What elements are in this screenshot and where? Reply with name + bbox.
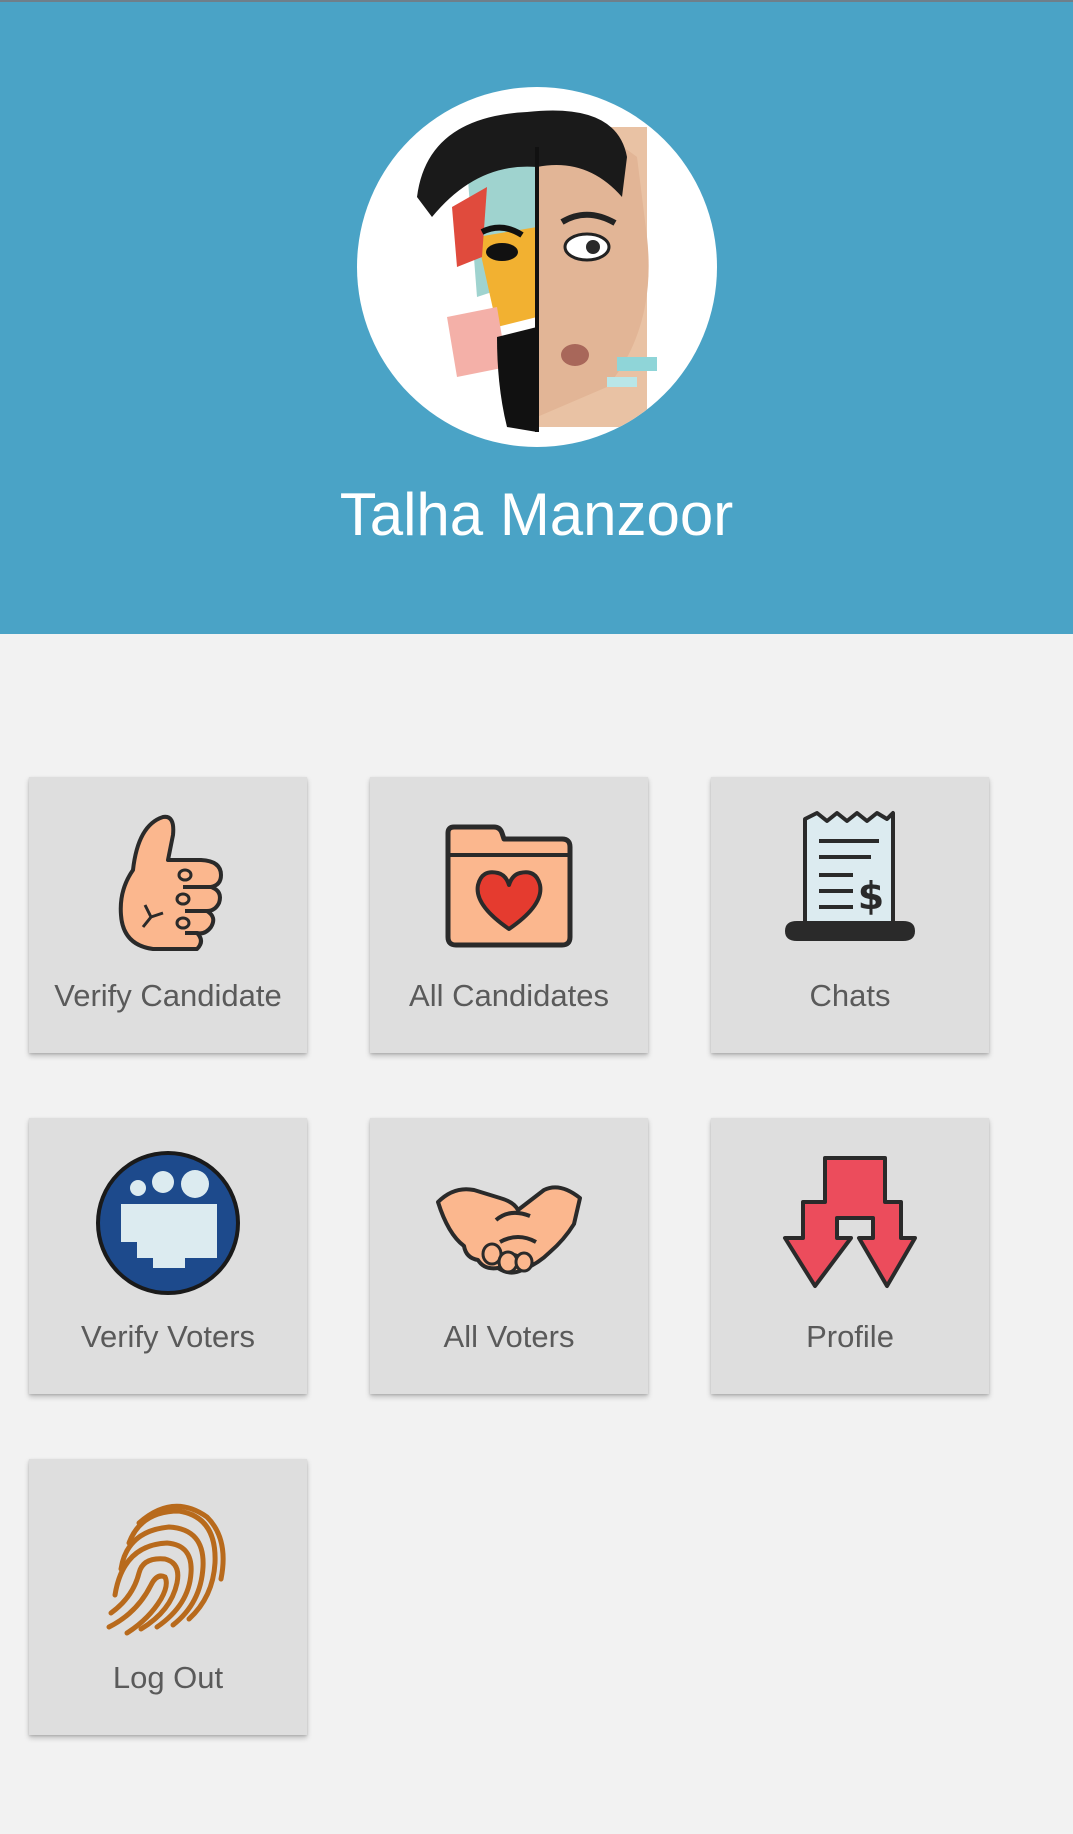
- verify-voters-label: Verify Voters: [80, 1319, 256, 1354]
- all-candidates-label: All Candidates: [409, 978, 609, 1013]
- chats-button[interactable]: $ Chats: [711, 777, 989, 1053]
- thumbs-up-icon: [93, 805, 243, 955]
- user-name: Talha Manzoor: [339, 481, 734, 548]
- avatar[interactable]: [357, 87, 717, 447]
- people-circle-icon: [93, 1146, 243, 1296]
- verify-voters-button[interactable]: Verify Voters: [29, 1118, 307, 1394]
- profile-button[interactable]: Profile: [711, 1118, 989, 1394]
- chats-label: Chats: [809, 978, 891, 1013]
- all-voters-label: All Voters: [443, 1319, 575, 1354]
- handshake-icon: [434, 1146, 584, 1296]
- all-candidates-button[interactable]: All Candidates: [370, 777, 648, 1053]
- svg-text:$: $: [858, 874, 884, 918]
- receipt-icon: $: [775, 805, 925, 955]
- profile-label: Profile: [806, 1319, 894, 1354]
- avatar-portrait: [417, 110, 657, 432]
- log-out-button[interactable]: Log Out: [29, 1459, 307, 1735]
- split-arrows-icon: [775, 1146, 925, 1296]
- fingerprint-icon: [93, 1487, 243, 1637]
- folder-heart-icon: [434, 805, 584, 955]
- verify-candidate-label: Verify Candidate: [54, 978, 282, 1013]
- verify-candidate-button[interactable]: Verify Candidate: [29, 777, 307, 1053]
- profile-header: Talha Manzoor: [0, 0, 1073, 634]
- all-voters-button[interactable]: All Voters: [370, 1118, 648, 1394]
- log-out-label: Log Out: [112, 1660, 224, 1695]
